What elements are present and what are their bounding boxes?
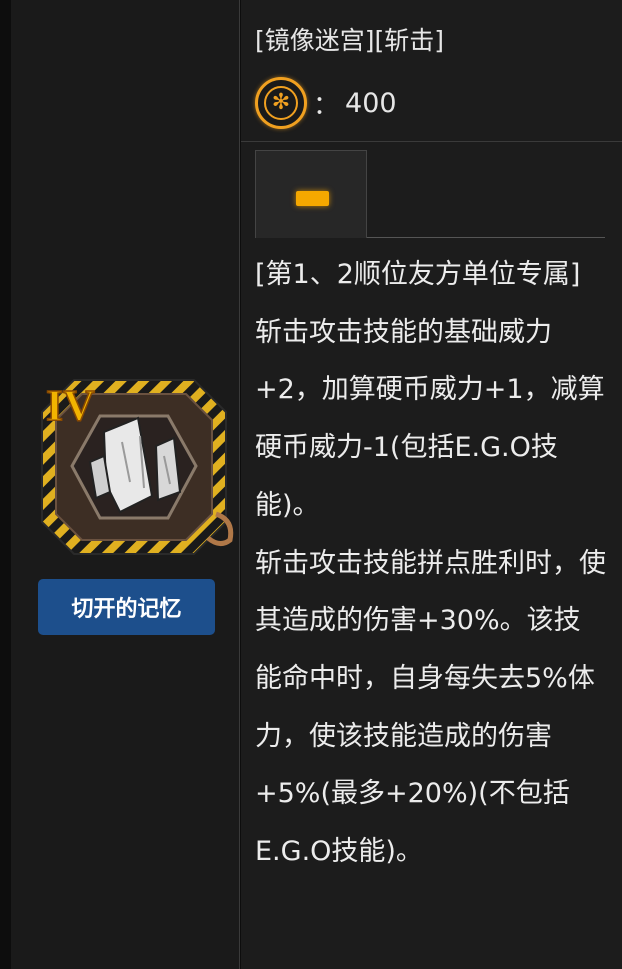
tab-effect-1[interactable] [255,150,367,238]
gift-description: [第1、2顺位友方单位专属] 斩击攻击技能的基础威力+2，加算硬币威力+1，减算… [255,246,607,881]
description-line: [第1、2顺位友方单位专属] [255,259,581,290]
cut-memory-icon[interactable]: IV [34,372,234,562]
cost-value: 400 [345,87,397,119]
cost-separator: ： [313,90,340,121]
effect-tabs [255,150,605,238]
description-line: 斩击攻击技能的基础威力+2，加算硬币威力+1，减算硬币威力-1(包括E.G.O技… [255,316,605,521]
gift-detail-panel: [镜像迷宫][斩击] ✻ ： 400 [第1、2顺位友方单位专属] 斩击攻击技能… [241,0,622,969]
grade-label: IV [46,381,95,430]
minus-bar-icon [296,191,329,206]
gift-name-badge: 切开的记忆 [38,579,215,635]
gift-cost: ✻ ： 400 [255,76,397,130]
coin-icon: ✻ [255,77,307,129]
description-line: 斩击攻击技能拼点胜利时，使其造成的伤害+30%。该技能命中时，自身每失去5%体力… [255,547,606,868]
gift-header: [镜像迷宫][斩击] ✻ ： 400 [241,0,622,142]
gift-tags: [镜像迷宫][斩击] [255,26,445,55]
